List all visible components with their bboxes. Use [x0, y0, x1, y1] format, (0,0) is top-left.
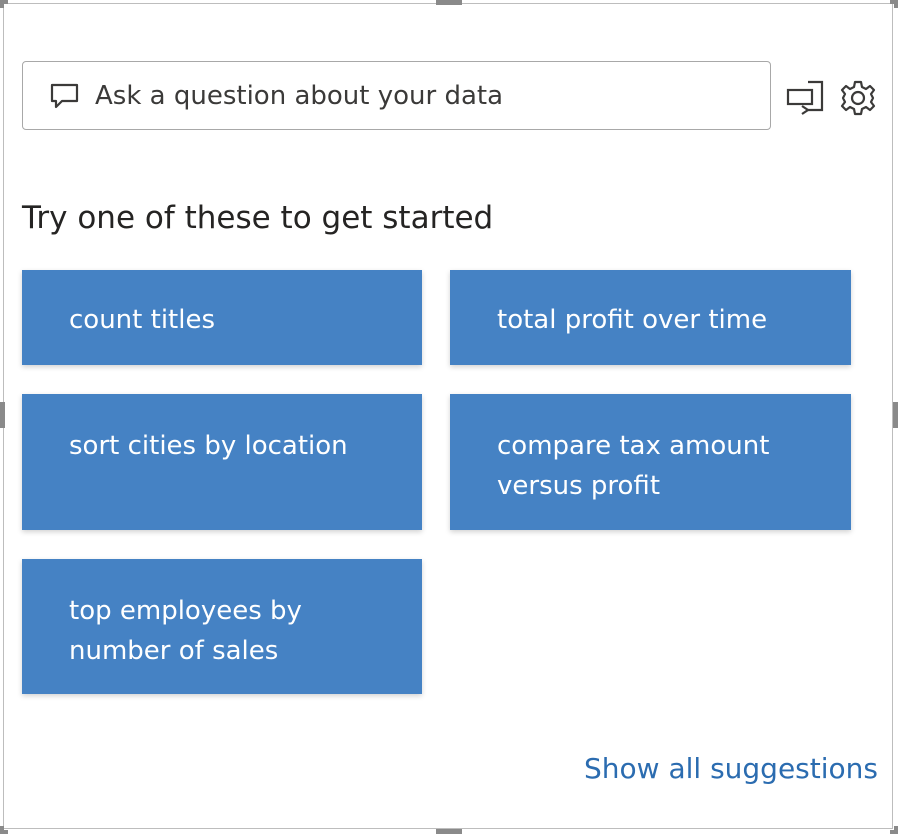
question-input[interactable] — [95, 80, 735, 111]
suggestions-heading: Try one of these to get started — [22, 200, 494, 236]
suggestion-label: sort cities by location — [69, 431, 348, 461]
gear-icon[interactable] — [838, 78, 878, 118]
question-box[interactable] — [22, 61, 771, 130]
suggestion-label: top employees by number of sales — [69, 596, 302, 666]
resize-handle-bottom-right-v[interactable] — [894, 826, 898, 834]
suggestion-count-titles[interactable]: count titles — [22, 270, 422, 365]
suggestion-total-profit-over-time[interactable]: total profit over time — [450, 270, 851, 365]
suggestion-top-employees-by-number-of-sales[interactable]: top employees by number of sales — [22, 559, 422, 694]
resize-handle-bottom-left-v[interactable] — [0, 826, 4, 834]
suggestion-label: total profit over time — [497, 305, 768, 335]
suggestion-compare-tax-amount-versus-profit[interactable]: compare tax amount versus profit — [450, 394, 851, 530]
chat-icon — [49, 81, 81, 111]
suggestion-sort-cities-by-location[interactable]: sort cities by location — [22, 394, 422, 530]
resize-handle-bottom[interactable] — [436, 829, 462, 834]
show-all-suggestions-link[interactable]: Show all suggestions — [584, 752, 878, 785]
resize-handle-right[interactable] — [893, 402, 898, 428]
resize-handle-top-right-v[interactable] — [894, 0, 898, 8]
resize-handle-left[interactable] — [0, 402, 5, 428]
suggestion-label: compare tax amount versus profit — [497, 431, 770, 501]
resize-handle-top[interactable] — [436, 0, 462, 5]
resize-handle-top-left-v[interactable] — [0, 0, 4, 8]
suggestion-label: count titles — [69, 305, 215, 335]
convert-visual-icon[interactable] — [784, 78, 826, 116]
